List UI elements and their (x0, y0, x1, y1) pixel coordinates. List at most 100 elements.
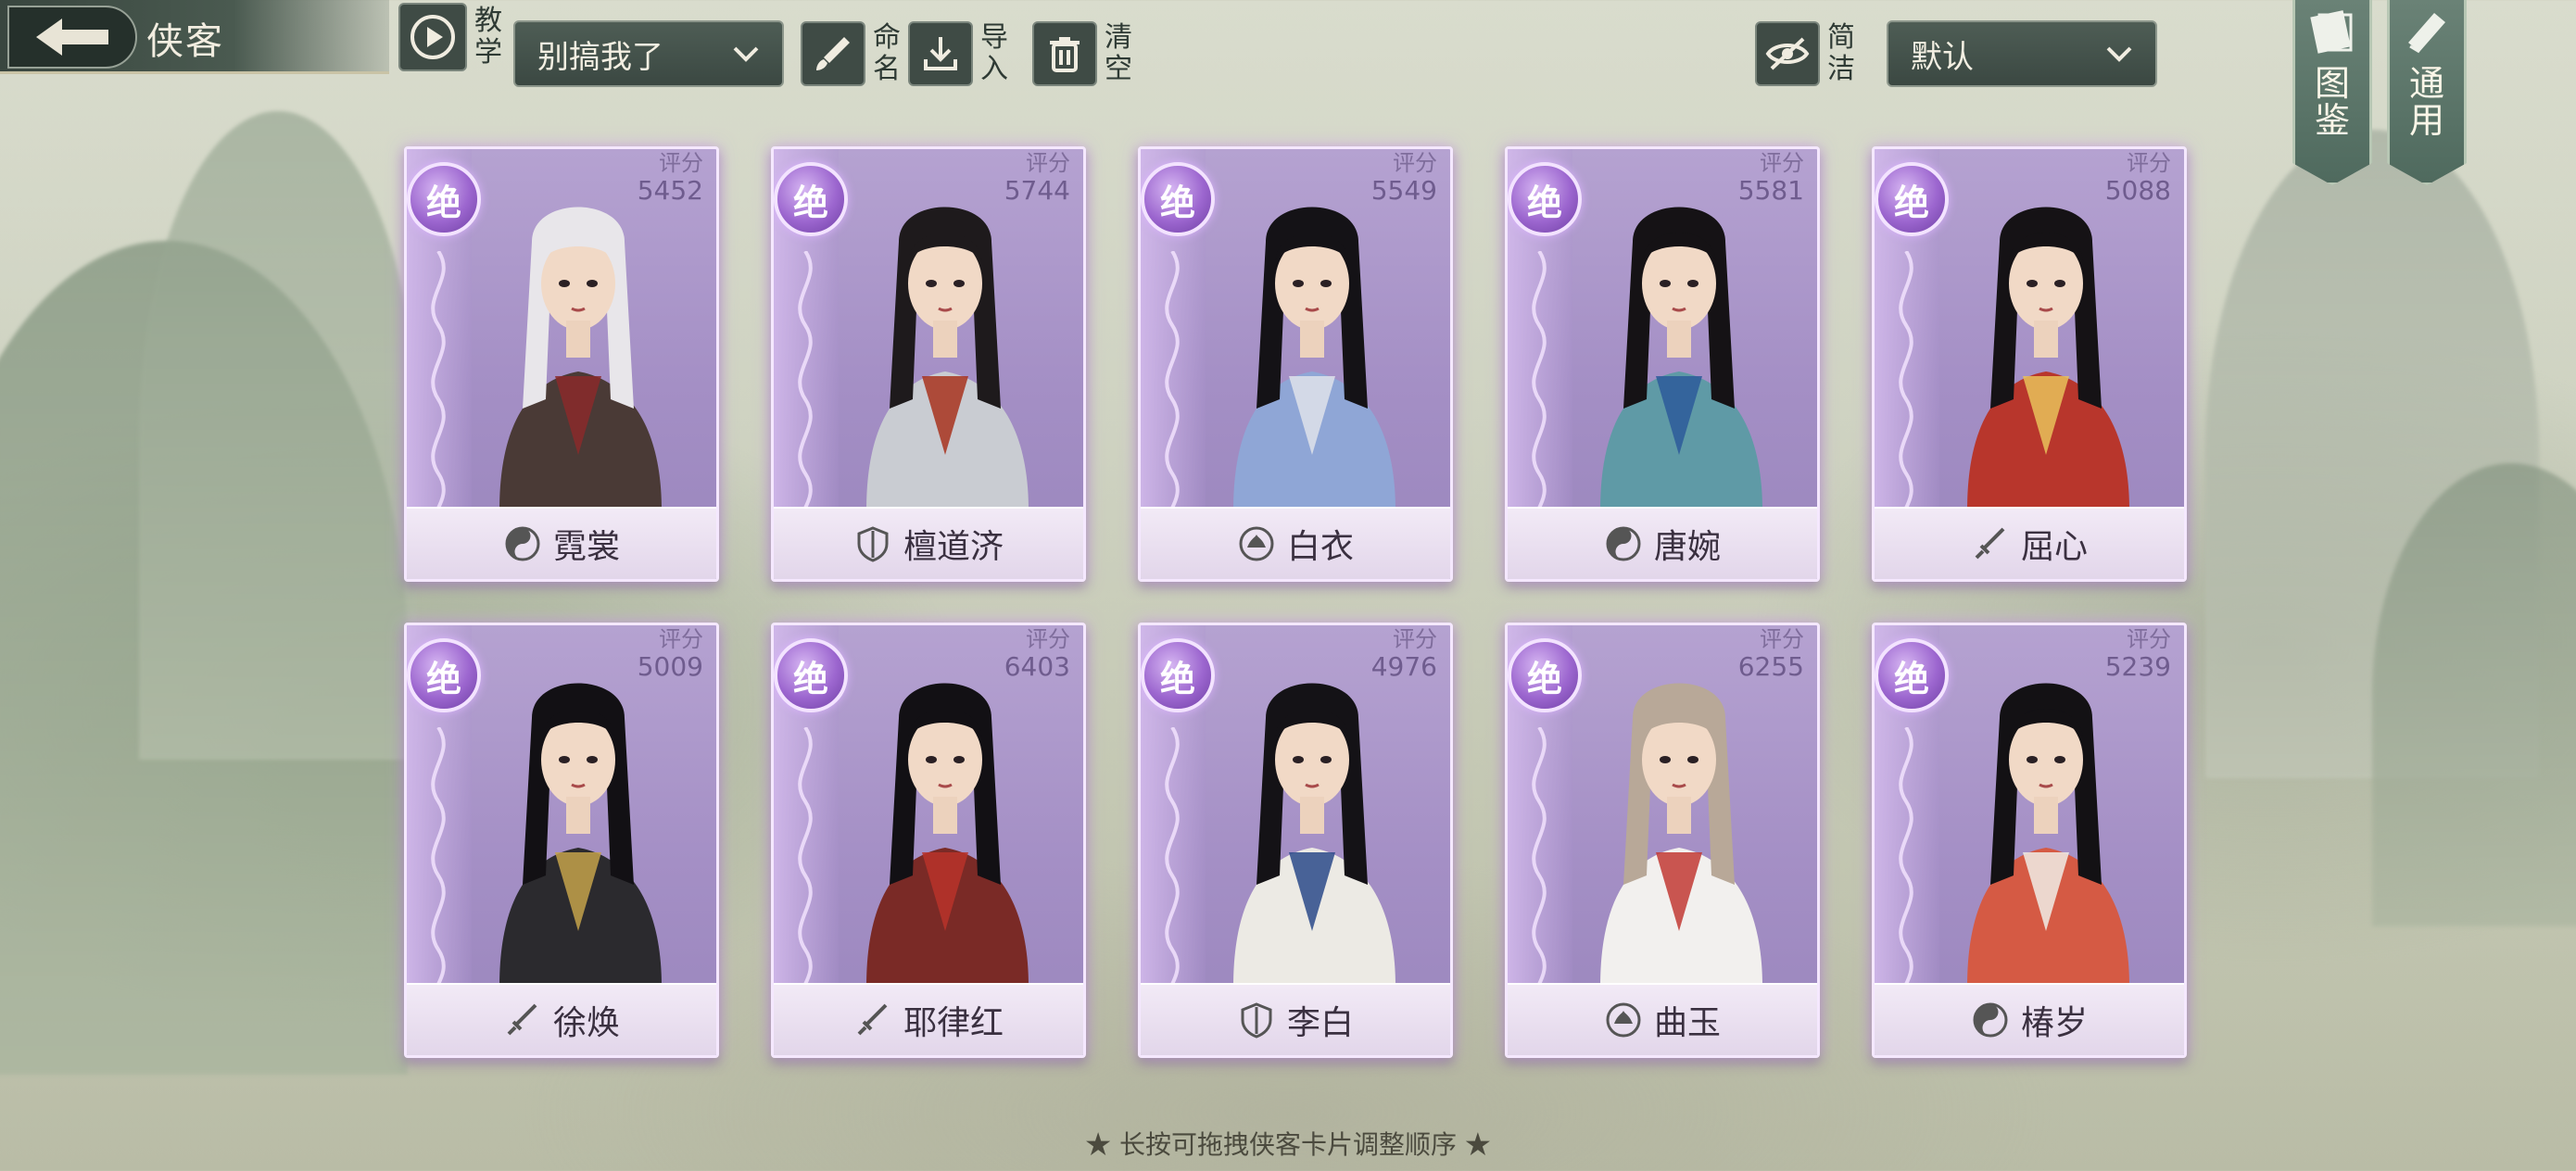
hero-card[interactable]: 绝 评分 5009 徐焕 (404, 623, 719, 1058)
hero-name: 徐焕 (552, 1004, 620, 1042)
codex-label: 图鉴 (2314, 63, 2350, 141)
lotus-icon (1237, 524, 1276, 563)
scroll-icon (2408, 13, 2445, 54)
hero-card[interactable]: 绝 评分 5744 檀道济 (771, 146, 1086, 582)
hero-name-plate: 椿岁 (1875, 983, 2184, 1055)
swirl-ornament-icon (431, 251, 446, 529)
score-value: 6255 (1737, 651, 1804, 682)
page-title: 侠客 (146, 20, 224, 63)
hero-portrait (1967, 207, 2129, 510)
score-label: 评分 (659, 626, 703, 652)
score-value: 5239 (2104, 651, 2171, 682)
shield-icon (853, 524, 892, 563)
hero-name-plate: 曲玉 (1508, 983, 1817, 1055)
yinyang-icon (1604, 524, 1643, 563)
hero-name-plate: 屈心 (1875, 507, 2184, 579)
rank-badge: 绝 (1141, 638, 1215, 712)
hero-portrait (1967, 683, 2129, 987)
score-label: 评分 (1393, 626, 1437, 652)
sword-icon (853, 1001, 892, 1039)
hero-name-plate: 耶律红 (774, 983, 1083, 1055)
hero-card[interactable]: 绝 评分 5088 屈心 (1872, 146, 2187, 582)
swirl-ornament-icon (1899, 727, 1913, 1005)
hero-name-plate: 徐焕 (407, 983, 716, 1055)
hero-name-plate: 李白 (1141, 983, 1450, 1055)
hero-portrait (866, 683, 1029, 987)
hero-card[interactable]: 绝 评分 5581 唐婉 (1505, 146, 1820, 582)
hero-name: 檀道济 (903, 528, 1004, 566)
hero-card[interactable]: 绝 评分 4976 李白 (1138, 623, 1453, 1058)
score-value: 5744 (1004, 175, 1070, 206)
rank-badge: 绝 (1875, 162, 1949, 236)
hero-card[interactable]: 绝 评分 6255 曲玉 (1505, 623, 1820, 1058)
score-label: 评分 (1760, 150, 1804, 176)
score-label: 评分 (1026, 626, 1070, 652)
score-label: 评分 (1026, 150, 1070, 176)
swirl-ornament-icon (798, 251, 813, 529)
hero-card[interactable]: 绝 评分 5452 霓裳 (404, 146, 719, 582)
hero-portrait (499, 207, 662, 510)
hero-portrait (499, 683, 662, 987)
hero-name: 耶律红 (903, 1004, 1004, 1042)
hero-card[interactable]: 绝 评分 6403 耶律红 (771, 623, 1086, 1058)
score-label: 评分 (2127, 626, 2171, 652)
score-value: 5088 (2104, 175, 2171, 206)
rank-badge: 绝 (407, 162, 481, 236)
back-button[interactable] (7, 6, 137, 69)
simple-view-label: 简洁 (1827, 21, 1855, 85)
hero-portrait (1233, 683, 1395, 987)
hero-name: 白衣 (1286, 528, 1354, 566)
lotus-icon (1604, 1001, 1643, 1039)
rename-label: 命名 (873, 21, 901, 85)
hero-name: 霓裳 (552, 528, 620, 566)
score-value: 5009 (637, 651, 703, 682)
score-label: 评分 (659, 150, 703, 176)
tutorial-button[interactable]: 教学 (398, 0, 506, 74)
hero-portrait (866, 207, 1029, 510)
codex-banner-button[interactable]: 图鉴 (2292, 0, 2372, 185)
swirl-ornament-icon (1165, 727, 1180, 1005)
hero-name-plate: 檀道济 (774, 507, 1083, 579)
import-button[interactable]: 导入 (908, 20, 1012, 87)
score-value: 6403 (1004, 651, 1070, 682)
rank-badge: 绝 (1875, 638, 1949, 712)
hero-portrait (1600, 683, 1762, 987)
back-arrow-icon (36, 19, 108, 56)
hero-card[interactable]: 绝 评分 5239 椿岁 (1872, 623, 2187, 1058)
clear-button[interactable]: 清空 (1032, 20, 1136, 87)
general-banner-button[interactable]: 通用 (2387, 0, 2467, 185)
rank-badge: 绝 (774, 638, 848, 712)
rank-badge: 绝 (1508, 162, 1582, 236)
hero-name-plate: 白衣 (1141, 507, 1450, 579)
score-label: 评分 (1393, 150, 1437, 176)
brush-icon (801, 21, 865, 86)
play-icon (398, 3, 467, 71)
score-label: 评分 (1760, 626, 1804, 652)
sort-select[interactable]: 默认 (1887, 20, 2157, 87)
team-select[interactable]: 别搞我了 (513, 20, 784, 87)
sword-icon (503, 1001, 542, 1039)
hero-card[interactable]: 绝 评分 5549 白衣 (1138, 146, 1453, 582)
swirl-ornament-icon (431, 727, 446, 1005)
import-label: 导入 (980, 21, 1008, 85)
rank-badge: 绝 (774, 162, 848, 236)
hero-name: 唐婉 (1653, 528, 1721, 566)
rank-badge: 绝 (1141, 162, 1215, 236)
sort-select-value: 默认 (1911, 38, 1974, 76)
yinyang-icon (503, 524, 542, 563)
score-value: 4976 (1370, 651, 1437, 682)
hero-name: 椿岁 (2020, 1004, 2088, 1042)
drag-hint-text: ★ 长按可拖拽侠客卡片调整顺序 ★ (1085, 1129, 1491, 1160)
rename-button[interactable]: 命名 (801, 20, 904, 87)
hero-name-plate: 霓裳 (407, 507, 716, 579)
score-value: 5581 (1737, 175, 1804, 206)
swirl-ornament-icon (1532, 251, 1547, 529)
hero-portrait (1233, 207, 1395, 510)
score-value: 5549 (1370, 175, 1437, 206)
swirl-ornament-icon (1532, 727, 1547, 1005)
trash-icon (1032, 21, 1097, 86)
swirl-ornament-icon (1165, 251, 1180, 529)
rank-badge: 绝 (1508, 638, 1582, 712)
shield-icon (1237, 1001, 1276, 1039)
simple-view-toggle[interactable]: 简洁 (1755, 20, 1859, 87)
